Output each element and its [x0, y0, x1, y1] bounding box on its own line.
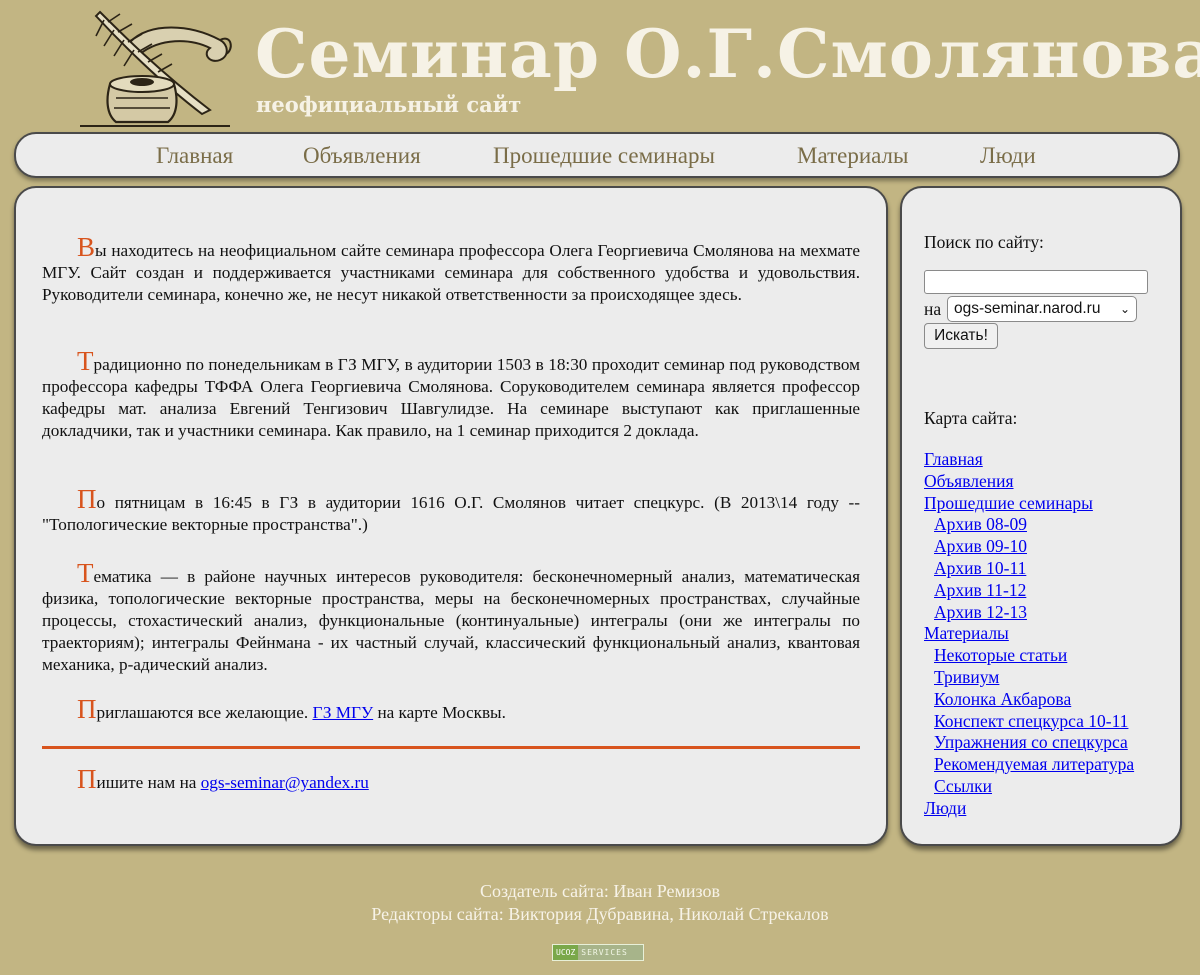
sitemap-link[interactable]: Некоторые статьи: [924, 645, 1134, 667]
search-input[interactable]: [924, 270, 1148, 294]
search-button[interactable]: Искать!: [924, 323, 998, 349]
site-select-label: на: [924, 299, 942, 319]
sidebar: Поиск по сайту: на ogs-seminar.narod.ru …: [900, 186, 1182, 846]
invite-text-end: на карте Москвы.: [373, 703, 506, 722]
drop-cap: Т: [77, 558, 94, 588]
sitemap-link[interactable]: Колонка Акбарова: [924, 689, 1134, 711]
sitemap-link[interactable]: Архив 12-13: [924, 602, 1134, 624]
paragraph-text: о пятницам в 16:45 в ГЗ в аудитории 1616…: [42, 493, 860, 534]
topics-paragraph: Тематика — в районе научных интересов ру…: [42, 560, 860, 676]
search-label: Поиск по сайту:: [924, 232, 1044, 252]
drop-cap: П: [77, 694, 97, 724]
drop-cap: В: [77, 232, 96, 262]
paragraph-text: ы находитесь на неофициальном сайте семи…: [42, 241, 860, 304]
sitemap-link[interactable]: Архив 09-10: [924, 536, 1134, 558]
site-title: Семинар О.Г.Смолянова: [255, 15, 1200, 93]
sitemap-link[interactable]: Материалы: [924, 623, 1134, 645]
site-header: Семинар О.Г.Смолянова неофициальный сайт: [0, 0, 1200, 132]
main-content: Вы находитесь на неофициальном сайте сем…: [14, 186, 888, 846]
schedule-paragraph: Традиционно по понедельникам в ГЗ МГУ, в…: [42, 348, 860, 442]
paragraph-text: ематика — в районе научных интересов рук…: [42, 567, 860, 674]
invite-text: риглашаются все желающие.: [96, 703, 313, 722]
sitemap-link[interactable]: Архив 10-11: [924, 558, 1134, 580]
sitemap-link[interactable]: Ссылки: [924, 776, 1134, 798]
nav-item-people[interactable]: Люди: [980, 143, 1036, 169]
site-footer: Создатель сайта: Иван Ремизов Редакторы …: [0, 880, 1200, 926]
sitemap-label: Карта сайта:: [924, 408, 1018, 428]
drop-cap: П: [77, 484, 97, 514]
sitemap-link[interactable]: Упражнения со спецкурса: [924, 732, 1134, 754]
sitemap-link[interactable]: Рекомендуемая литература: [924, 754, 1134, 776]
chevron-down-icon: ⌄: [1119, 302, 1130, 316]
course-paragraph: По пятницам в 16:45 в ГЗ в аудитории 161…: [42, 486, 860, 536]
site-select[interactable]: ogs-seminar.narod.ru ⌄: [947, 296, 1137, 322]
editors-credit: Редакторы сайта: Виктория Дубравина, Ник…: [371, 904, 829, 924]
ucoz-badge-right: SERVICES: [581, 948, 628, 957]
intro-paragraph: Вы находитесь на неофициальном сайте сем…: [42, 234, 860, 306]
sitemap-link[interactable]: Тривиум: [924, 667, 1134, 689]
sitemap-link[interactable]: Объявления: [924, 471, 1134, 493]
paragraph-text: радиционно по понедельникам в ГЗ МГУ, в …: [42, 355, 860, 440]
invite-paragraph: Приглашаются все желающие. ГЗ МГУ на кар…: [42, 696, 860, 724]
sitemap-link[interactable]: Конспект спецкурса 10-11: [924, 711, 1134, 733]
ucoz-badge-left: UCOZ: [553, 945, 579, 960]
nav-item-home[interactable]: Главная: [156, 143, 233, 169]
sitemap-link[interactable]: Архив 08-09: [924, 514, 1134, 536]
sitemap-link[interactable]: Главная: [924, 449, 1134, 471]
main-navigation: Главная Объявления Прошедшие семинары Ма…: [14, 132, 1180, 178]
nav-item-materials[interactable]: Материалы: [797, 143, 908, 169]
sitemap-link[interactable]: Прошедшие семинары: [924, 493, 1134, 515]
drop-cap: П: [77, 764, 97, 794]
sitemap-link[interactable]: Люди: [924, 798, 1134, 820]
nav-item-announcements[interactable]: Объявления: [303, 143, 421, 169]
nav-item-past-seminars[interactable]: Прошедшие семинары: [493, 143, 715, 169]
quill-inkwell-logo: [80, 10, 232, 127]
sitemap: Главная Объявления Прошедшие семинары Архив…: [924, 449, 1134, 820]
site-subtitle: неофициальный сайт: [256, 92, 522, 117]
contact-paragraph: Пишите нам на ogs-seminar@yandex.ru: [42, 766, 860, 794]
site-select-value: ogs-seminar.narod.ru: [954, 300, 1101, 317]
divider: [42, 746, 860, 749]
creator-credit: Создатель сайта: Иван Ремизов: [479, 881, 721, 901]
ucoz-badge[interactable]: UCOZ SERVICES: [552, 944, 644, 961]
gz-msu-map-link[interactable]: ГЗ МГУ: [312, 703, 373, 722]
contact-text: ишите нам на: [96, 773, 201, 792]
email-link[interactable]: ogs-seminar@yandex.ru: [201, 773, 369, 792]
sitemap-link[interactable]: Архив 11-12: [924, 580, 1134, 602]
drop-cap: Т: [77, 346, 94, 376]
